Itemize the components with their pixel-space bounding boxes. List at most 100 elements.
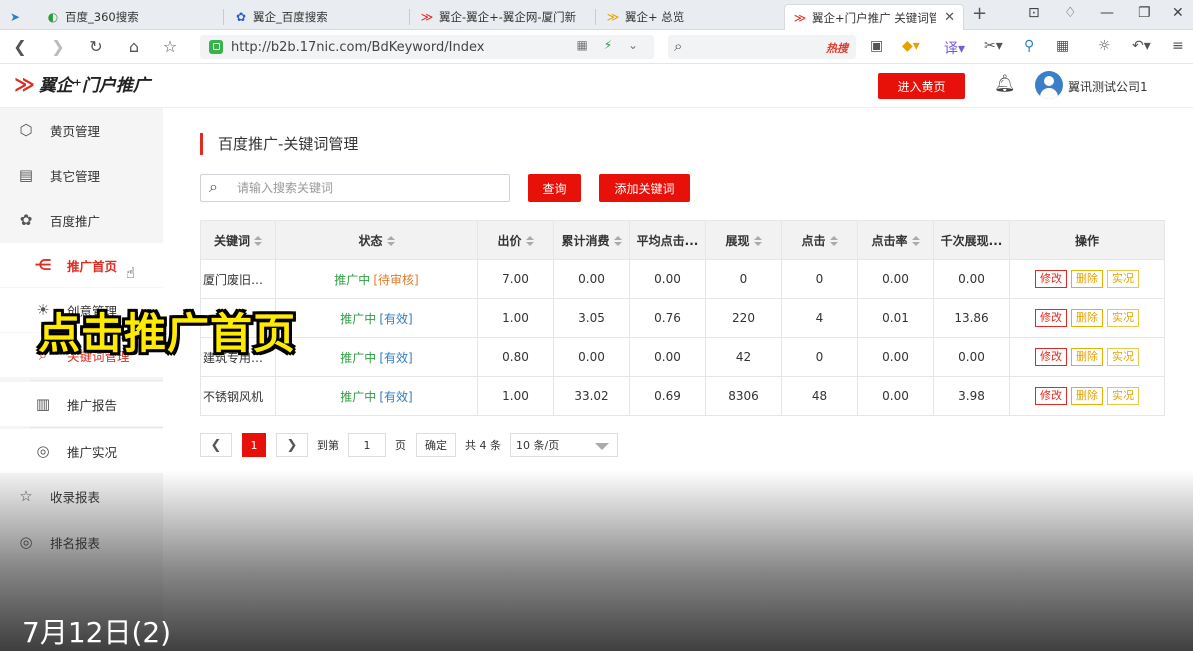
table-cell: 0.00 <box>857 259 934 299</box>
sidebar-item-other[interactable]: ▤ 其它管理 <box>0 153 163 197</box>
status-cell: 推广中 [有效] <box>275 376 478 416</box>
edit-button[interactable]: 修改 <box>1035 309 1067 327</box>
close-icon[interactable]: ✕ <box>944 10 955 25</box>
column-header[interactable]: 累计消费 <box>553 220 630 260</box>
minimize-icon[interactable]: — <box>1100 5 1114 21</box>
live-button[interactable]: 实况 <box>1107 309 1139 327</box>
browser-tab[interactable]: ✿ 翼企_百度搜索 <box>226 4 410 30</box>
new-tab-icon[interactable]: + <box>972 3 987 24</box>
column-header[interactable]: 关键词 <box>200 220 276 260</box>
column-header[interactable]: 平均点击... <box>629 220 706 260</box>
table-cell: 4 <box>781 298 858 338</box>
browser-search-box[interactable]: ⌕ 热搜 <box>668 35 856 59</box>
yiqi-logo-icon: ≫ <box>606 10 620 24</box>
browser-tab[interactable]: ◐ 百度_360搜索 <box>38 4 224 30</box>
target-icon: ◎ <box>36 442 50 460</box>
sidebar-item-ranking-report[interactable]: ◎ 排名报表 <box>0 520 163 564</box>
prev-page-icon[interactable]: ❮ <box>200 433 232 457</box>
goto-page-input[interactable]: 1 <box>348 433 386 457</box>
column-header[interactable]: 点击 <box>781 220 858 260</box>
baidu-paw-icon: ✿ <box>235 10 247 24</box>
column-header[interactable]: 千次展现... <box>933 220 1010 260</box>
add-keyword-button[interactable]: 添加关键词 <box>599 174 690 202</box>
browser-tab-bar: ➤ ◐ 百度_360搜索 ✿ 翼企_百度搜索 ≫ 翼企-翼企+-翼企网-厦门新 … <box>0 0 1193 30</box>
table-cell: 1.00 <box>477 298 554 338</box>
coupon-icon[interactable]: ◆▾ <box>902 38 920 54</box>
table-cell: 8306 <box>705 376 782 416</box>
table-cell: 33.02 <box>553 376 630 416</box>
actions-cell: 修改 删除 实况 <box>1009 376 1165 416</box>
current-page[interactable]: 1 <box>242 433 266 457</box>
menu-icon[interactable]: ≡ <box>1172 38 1184 54</box>
keyword-table: 关键词 状态 出价 累计消费 平均点击... 展现 点击 点击率 千次展现...… <box>200 220 1165 416</box>
star-doc-icon: ☆ <box>19 487 33 505</box>
column-header[interactable]: 展现 <box>705 220 782 260</box>
sort-icon <box>525 235 534 247</box>
restore-icon[interactable]: ❐ <box>1138 5 1151 21</box>
delete-button[interactable]: 删除 <box>1071 387 1103 405</box>
shirt-icon[interactable]: ♢ <box>1064 5 1077 21</box>
reload-icon[interactable]: ↻ <box>86 37 106 56</box>
scissors-icon[interactable]: ✂▾ <box>984 38 1003 54</box>
pagination: ❮ 1 ❯ 到第 1 页 确定 共 4 条 10 条/页 <box>200 433 618 457</box>
live-button[interactable]: 实况 <box>1107 387 1139 405</box>
company-name[interactable]: 翼讯测试公司1 <box>1068 78 1148 95</box>
target-icon: ◎ <box>19 533 33 551</box>
delete-button[interactable]: 删除 <box>1071 348 1103 366</box>
column-header[interactable]: 状态 <box>275 220 478 260</box>
bell-icon[interactable]: 🔔︎ <box>994 74 1016 94</box>
address-tools-icon[interactable]: ▦ ⚡ ⌄ <box>577 38 644 52</box>
translate-icon[interactable]: 译▾ <box>944 38 965 58</box>
sidebar-item-yellow-pages[interactable]: ⬡ 黄页管理 <box>0 108 163 152</box>
share-icon: ⋲ <box>34 256 52 274</box>
forward-icon[interactable]: ❯ <box>48 37 68 56</box>
magnifier-icon[interactable]: ⚲ <box>1024 38 1034 54</box>
yiqi-logo-icon: ≫ <box>420 10 434 24</box>
address-bar[interactable]: http://b2b.17nic.com/BdKeyword/Index ▦ ⚡… <box>200 35 654 59</box>
column-header[interactable]: 出价 <box>477 220 554 260</box>
reader-icon[interactable]: ▣ <box>870 38 883 54</box>
app-header: ≫ 翼企⁺门户推广 进入黄页 🔔︎ 翼讯测试公司1 <box>0 64 1193 108</box>
enter-yellow-pages-button[interactable]: 进入黄页 <box>878 73 965 99</box>
table-cell: 0 <box>781 337 858 377</box>
search-input[interactable] <box>235 179 495 197</box>
sidebar-item-index-report[interactable]: ☆ 收录报表 <box>0 474 163 518</box>
browser-tab-active[interactable]: ≫ 翼企+门户推广 关键词管理 ✕ <box>784 4 964 30</box>
avatar[interactable] <box>1035 71 1063 99</box>
page-size-select[interactable]: 10 条/页 <box>510 433 618 457</box>
shield-icon <box>209 40 223 54</box>
star-icon[interactable]: ☆ <box>160 37 180 56</box>
window-close-icon[interactable]: ✕ <box>1172 5 1184 21</box>
next-page-icon[interactable]: ❯ <box>276 433 308 457</box>
sidebar-item-report[interactable]: ▥ 推广报告 <box>0 382 163 426</box>
delete-button[interactable]: 删除 <box>1071 309 1103 327</box>
status-cell: 推广中 [有效] <box>275 337 478 377</box>
sidebar-item-live[interactable]: ◎ 推广实况 <box>0 429 163 473</box>
query-button[interactable]: 查询 <box>528 174 581 202</box>
browser-logo-icon[interactable]: ➤ <box>0 4 30 30</box>
home-icon[interactable]: ⌂ <box>124 37 144 56</box>
edit-button[interactable]: 修改 <box>1035 387 1067 405</box>
table-cell: 0.69 <box>629 376 706 416</box>
goto-confirm-button[interactable]: 确定 <box>416 433 456 457</box>
delete-button[interactable]: 删除 <box>1071 270 1103 288</box>
column-header[interactable]: 点击率 <box>857 220 934 260</box>
browser-tab[interactable]: ≫ 翼企-翼企+-翼企网-厦门新 <box>412 4 596 30</box>
video-date-caption: 7月12日(2) <box>22 616 172 649</box>
browser-tab[interactable]: ≫ 翼企+ 总览 <box>598 4 782 30</box>
apps-grid-icon[interactable]: ▦ <box>1056 38 1069 54</box>
hot-search-label: 热搜 <box>826 42 848 55</box>
keyword-search[interactable]: ⌕ <box>200 174 510 202</box>
edit-button[interactable]: 修改 <box>1035 270 1067 288</box>
brightness-icon[interactable]: ☼ <box>1098 38 1111 54</box>
live-button[interactable]: 实况 <box>1107 348 1139 366</box>
sidebar-item-promotion-home[interactable]: ⋲ 推广首页 <box>0 243 163 287</box>
app-logo[interactable]: ≫ 翼企⁺门户推广 <box>14 71 150 97</box>
undo-icon[interactable]: ↶▾ <box>1132 38 1151 54</box>
back-icon[interactable]: ❮ <box>10 37 30 56</box>
live-button[interactable]: 实况 <box>1107 270 1139 288</box>
sidebar-item-baidu-promotion[interactable]: ✿ 百度推广 <box>0 198 163 242</box>
edit-button[interactable]: 修改 <box>1035 348 1067 366</box>
table-cell: 0.01 <box>857 298 934 338</box>
tab-count-icon[interactable]: ⊡ <box>1028 5 1040 21</box>
